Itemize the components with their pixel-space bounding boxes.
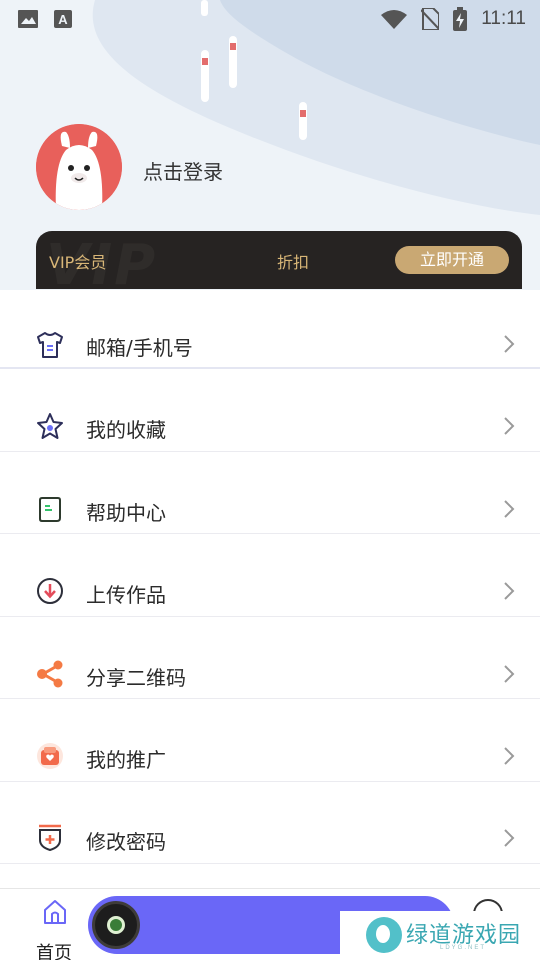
menu-item-upload-works[interactable]: 上传作品: [0, 534, 540, 617]
menu-item-share-qrcode[interactable]: 分享二维码: [0, 617, 540, 699]
album-disc-icon: [92, 901, 140, 949]
star-icon: [37, 413, 63, 439]
chevron-right-icon: [504, 582, 515, 600]
status-bar: A 11:11: [0, 0, 540, 38]
chevron-right-icon: [504, 417, 515, 435]
alpaca-avatar-icon: [36, 124, 122, 210]
text-app-icon: A: [54, 10, 72, 28]
svg-text:A: A: [58, 12, 68, 27]
battery-charging-icon: [453, 7, 468, 31]
share-icon: [37, 660, 63, 687]
menu-item-change-password[interactable]: 修改密码: [0, 782, 540, 864]
menu-label-change-password: 修改密码: [86, 829, 166, 854]
image-icon: [18, 10, 38, 28]
watermark-logo: 绿道游戏园 LDYG.NET: [340, 911, 540, 960]
avatar[interactable]: [36, 124, 122, 210]
menu-item-help-center[interactable]: 帮助中心: [0, 452, 540, 534]
login-prompt[interactable]: 点击登录: [143, 156, 223, 185]
vip-activate-button[interactable]: 立即开通: [395, 246, 509, 274]
menu-label-share-qrcode: 分享二维码: [86, 665, 186, 690]
menu-label-favorites: 我的收藏: [86, 418, 166, 442]
chevron-right-icon: [504, 499, 515, 518]
menu-item-my-promotion[interactable]: 我的推广: [0, 699, 540, 782]
menu-list: 邮箱/手机号 我的收藏 帮助中心 上传作品 分享二维码 我的推广 修改密码: [0, 289, 540, 864]
nav-home-label: 首页: [36, 943, 72, 960]
password-shield-icon: [39, 824, 61, 851]
shirt-icon: [37, 332, 63, 358]
home-icon: [44, 900, 66, 924]
menu-item-email-phone[interactable]: 邮箱/手机号: [0, 289, 540, 369]
menu-label-upload-works: 上传作品: [86, 583, 166, 607]
chevron-right-icon: [504, 747, 515, 765]
menu-item-favorites[interactable]: 我的收藏: [0, 369, 540, 452]
vip-label: VIP会员: [49, 253, 107, 272]
menu-label-email-phone: 邮箱/手机号: [86, 336, 193, 360]
chevron-right-icon: [504, 335, 515, 353]
bottom-navigation: 首页 绿道游戏园 LDYG.NET: [0, 888, 540, 960]
promo-icon: [37, 743, 63, 769]
menu-label-help-center: 帮助中心: [86, 500, 166, 525]
menu-label-my-promotion: 我的推广: [86, 748, 166, 772]
vip-discount-label: 折扣: [277, 253, 310, 272]
download-circle-icon: [37, 578, 63, 604]
nav-home-tab[interactable]: 首页: [30, 895, 80, 960]
vip-banner[interactable]: VIP VIP会员 折扣 立即开通: [36, 231, 522, 289]
chevron-right-icon: [504, 828, 515, 847]
status-time: 11:11: [481, 8, 526, 29]
watermark-logo-mark: [366, 917, 402, 953]
watermark-logo-subtext: LDYG.NET: [440, 945, 487, 951]
chevron-right-icon: [504, 664, 515, 683]
document-icon: [39, 496, 61, 522]
wifi-icon: [381, 10, 408, 29]
no-sim-icon: [421, 8, 440, 30]
